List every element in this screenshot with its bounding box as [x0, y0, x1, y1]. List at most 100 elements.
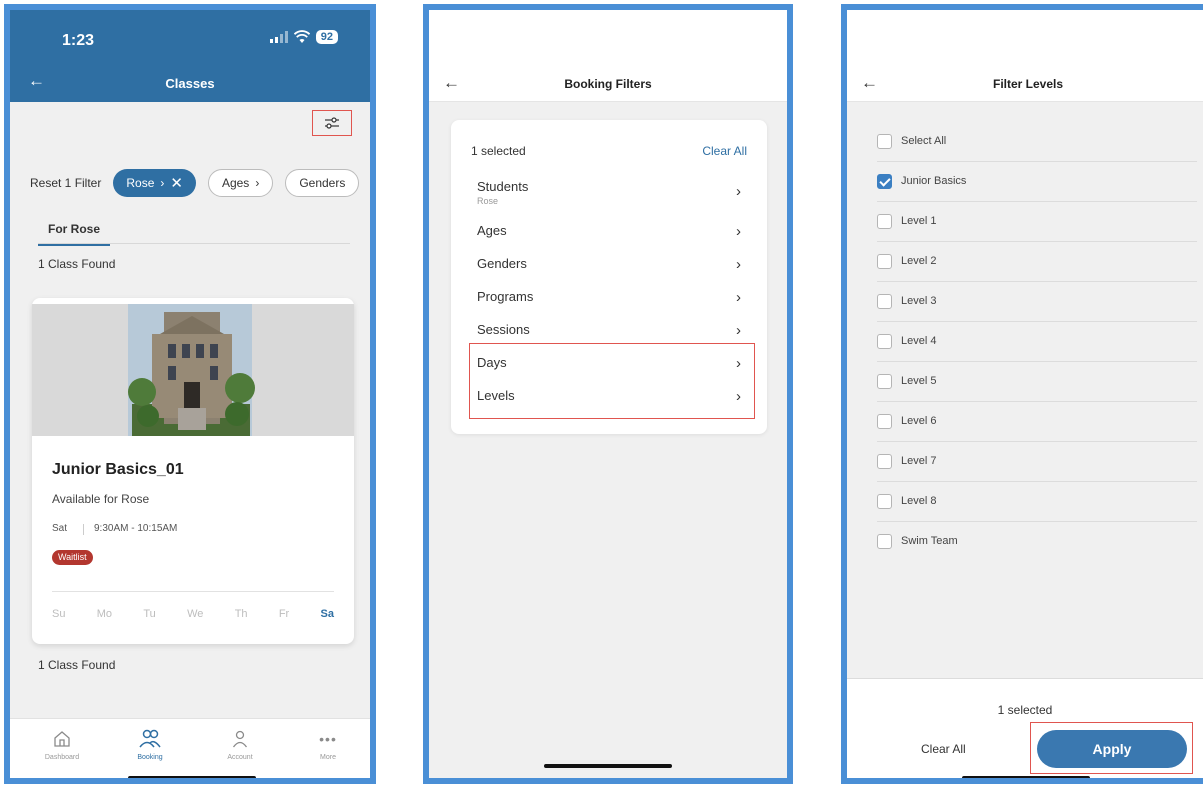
checkbox-junior-basics[interactable]: Junior Basics [877, 162, 1197, 202]
filter-levels-screen: ← Filter Levels Select All Junior Basics… [841, 4, 1203, 784]
chip-rose[interactable]: Rose › ✕ [113, 169, 196, 197]
nav-label: Dashboard [44, 754, 80, 761]
checkbox-label: Level 8 [901, 495, 937, 507]
checkbox-select-all[interactable]: Select All [877, 122, 1197, 162]
filter-row-genders[interactable]: Genders › [477, 256, 741, 273]
nav-more[interactable]: ••• More [288, 727, 368, 761]
filter-row-ages[interactable]: Ages › [477, 223, 741, 240]
signal-icon [269, 31, 288, 43]
checkbox[interactable] [877, 294, 892, 309]
chevron-right-icon: › [255, 176, 260, 190]
checkbox[interactable] [877, 534, 892, 549]
status-time: 1:23 [62, 32, 95, 49]
clear-all-button[interactable]: Clear All [921, 742, 966, 756]
chip-label: Rose [126, 176, 155, 190]
checkbox[interactable] [877, 454, 892, 469]
filter-label: Students [477, 179, 529, 194]
checkbox[interactable] [877, 414, 892, 429]
checkbox-checked[interactable] [877, 174, 892, 189]
checkbox-level-4[interactable]: Level 4 [877, 322, 1197, 362]
checkbox-label: Level 2 [901, 255, 937, 267]
highlight-box [469, 343, 755, 419]
checkbox-level-5[interactable]: Level 5 [877, 362, 1197, 402]
results-count: 1 Class Found [38, 257, 116, 271]
filter-settings-button[interactable] [312, 110, 352, 136]
nav-booking[interactable]: Booking [110, 727, 190, 761]
wifi-icon [293, 30, 310, 43]
checkbox-level-3[interactable]: Level 3 [877, 282, 1197, 322]
chevron-right-icon: › [736, 256, 741, 273]
tab-for-rose[interactable]: For Rose [38, 222, 111, 246]
battery-icon: 92 [315, 30, 338, 44]
checkbox-swim-team[interactable]: Swim Team [877, 522, 1197, 562]
close-icon[interactable]: ✕ [170, 174, 183, 192]
more-icon: ••• [319, 731, 337, 747]
class-time: 9:30AM - 10:15AM [94, 523, 178, 534]
weekday-row: Su Mo Tu We Th Fr Sa [52, 608, 334, 620]
page-title: Filter Levels [992, 77, 1064, 91]
home-icon [54, 731, 70, 747]
weekday-label: Su [52, 608, 66, 620]
checkbox[interactable] [877, 214, 892, 229]
checkbox-label: Level 6 [901, 415, 937, 427]
divider [52, 591, 334, 592]
people-icon [139, 729, 161, 748]
filter-row-programs[interactable]: Programs › [477, 289, 741, 306]
class-card[interactable]: Junior Basics_01 Available for Rose Sat … [32, 298, 354, 644]
filter-row-students[interactable]: Students Rose › [477, 179, 741, 206]
weekday-label: Th [234, 608, 248, 620]
reset-filter-link[interactable]: Reset 1 Filter [30, 176, 101, 190]
selected-count: 1 selected [997, 703, 1053, 717]
availability-text: Available for Rose [52, 492, 150, 506]
checkbox-label: Level 4 [901, 335, 937, 347]
checkbox-level-1[interactable]: Level 1 [877, 202, 1197, 242]
checkbox-label: Junior Basics [901, 175, 967, 187]
chevron-right-icon: › [736, 289, 741, 306]
levels-header: ← Filter Levels [847, 10, 1203, 102]
filter-label: Ages [477, 223, 507, 238]
checkbox-level-6[interactable]: Level 6 [877, 402, 1197, 442]
nav-label: Account [227, 754, 253, 761]
status-badge: Waitlist [52, 550, 93, 565]
filter-label: Sessions [477, 322, 530, 337]
selected-count: 1 selected [471, 144, 526, 158]
nav-label: More [320, 754, 336, 761]
home-indicator [962, 776, 1090, 778]
bottom-nav: Dashboard Booking Account ••• More [10, 718, 370, 778]
filter-sub-value: Rose [477, 196, 499, 206]
class-title: Junior Basics_01 [52, 461, 184, 478]
nav-dashboard[interactable]: Dashboard [22, 727, 102, 761]
filter-row-sessions[interactable]: Sessions › [477, 322, 741, 339]
weekday-label: Tu [143, 608, 156, 620]
home-indicator [544, 764, 672, 768]
chevron-right-icon: › [736, 223, 741, 240]
filters-header: ← Booking Filters [429, 10, 787, 102]
booking-filters-screen: ← Booking Filters 1 selected Clear All S… [423, 4, 793, 784]
nav-account[interactable]: Account [200, 727, 280, 761]
checkbox[interactable] [877, 374, 892, 389]
class-image [32, 304, 354, 436]
chevron-right-icon: › [160, 176, 165, 190]
checkbox-label: Level 5 [901, 375, 937, 387]
checkbox-level-2[interactable]: Level 2 [877, 242, 1197, 282]
chip-ages[interactable]: Ages › [207, 169, 274, 197]
chip-label: Ages [221, 176, 250, 190]
filter-chips: Reset 1 Filter Rose › ✕ Ages › Genders [30, 168, 370, 198]
levels-footer: 1 selected Clear All Apply [847, 678, 1203, 778]
chevron-right-icon: › [736, 322, 741, 339]
checkbox[interactable] [877, 334, 892, 349]
weekday-label: Mo [96, 608, 113, 620]
checkbox-level-7[interactable]: Level 7 [877, 442, 1197, 482]
highlight-box [1030, 722, 1193, 774]
checkbox[interactable] [877, 134, 892, 149]
checkbox-label: Level 3 [901, 295, 937, 307]
chip-genders[interactable]: Genders [285, 169, 360, 197]
clear-all-button[interactable]: Clear All [702, 144, 747, 158]
checkbox[interactable] [877, 254, 892, 269]
checkbox[interactable] [877, 494, 892, 509]
checkbox-level-8[interactable]: Level 8 [877, 482, 1197, 522]
filter-label: Programs [477, 289, 534, 304]
weekday-label-selected: Sa [320, 608, 334, 620]
person-icon [232, 730, 248, 748]
page-title: Classes [165, 76, 215, 91]
